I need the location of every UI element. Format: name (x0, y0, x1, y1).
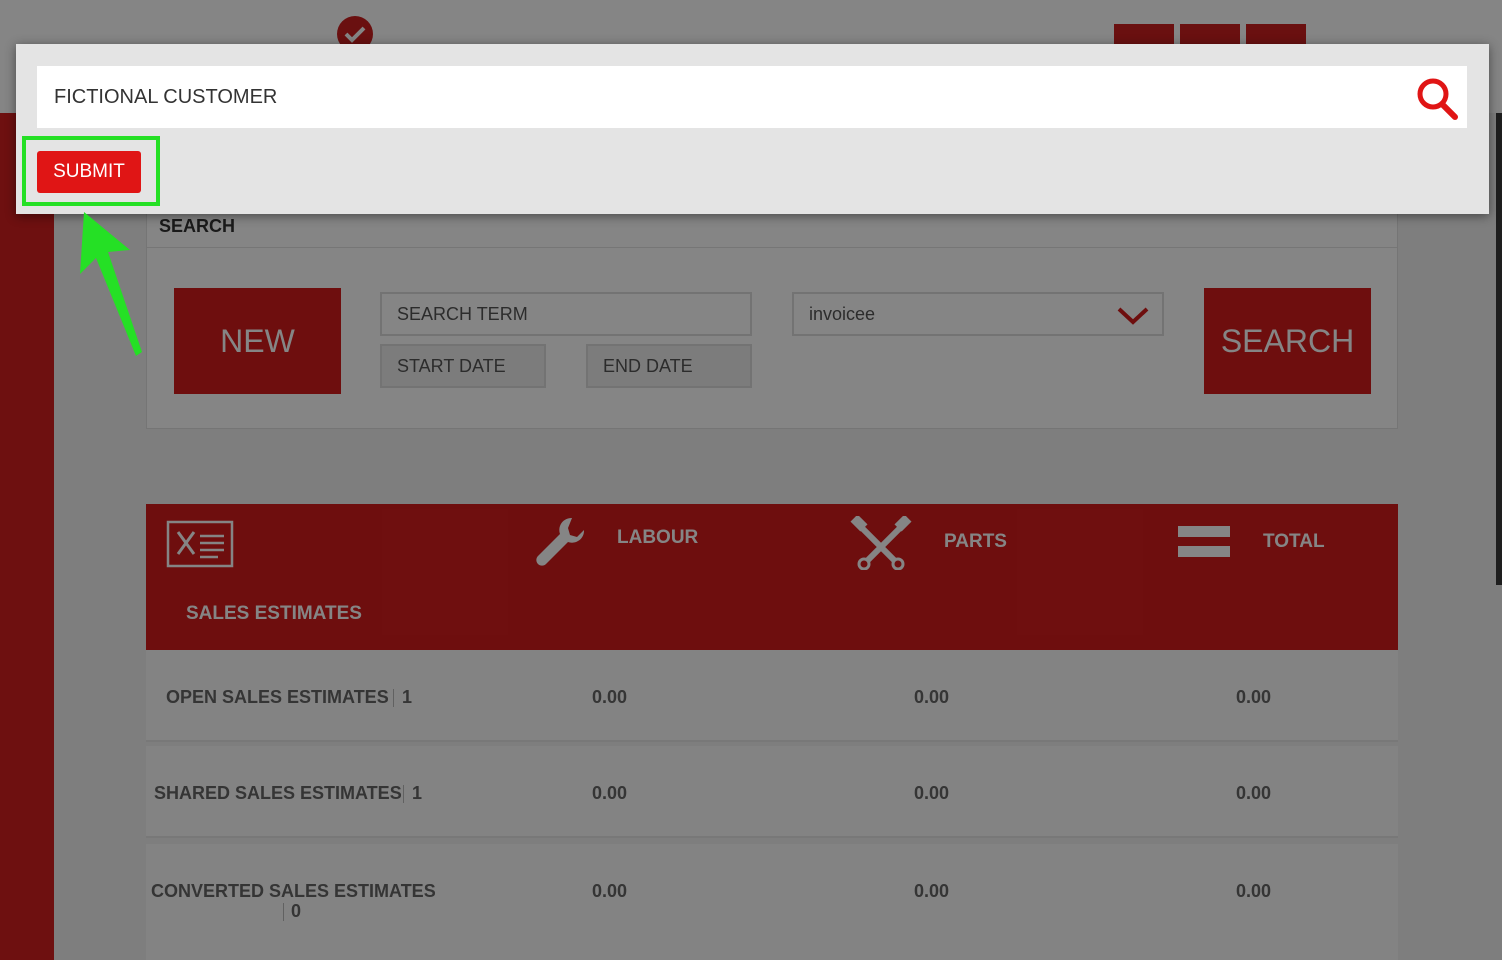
search-icon[interactable] (1416, 77, 1460, 121)
submit-highlight-box (22, 136, 160, 206)
arrow-pointer-icon (80, 212, 142, 356)
customer-search-input[interactable] (37, 66, 1467, 128)
customer-search-modal: SUBMIT (16, 44, 1489, 214)
